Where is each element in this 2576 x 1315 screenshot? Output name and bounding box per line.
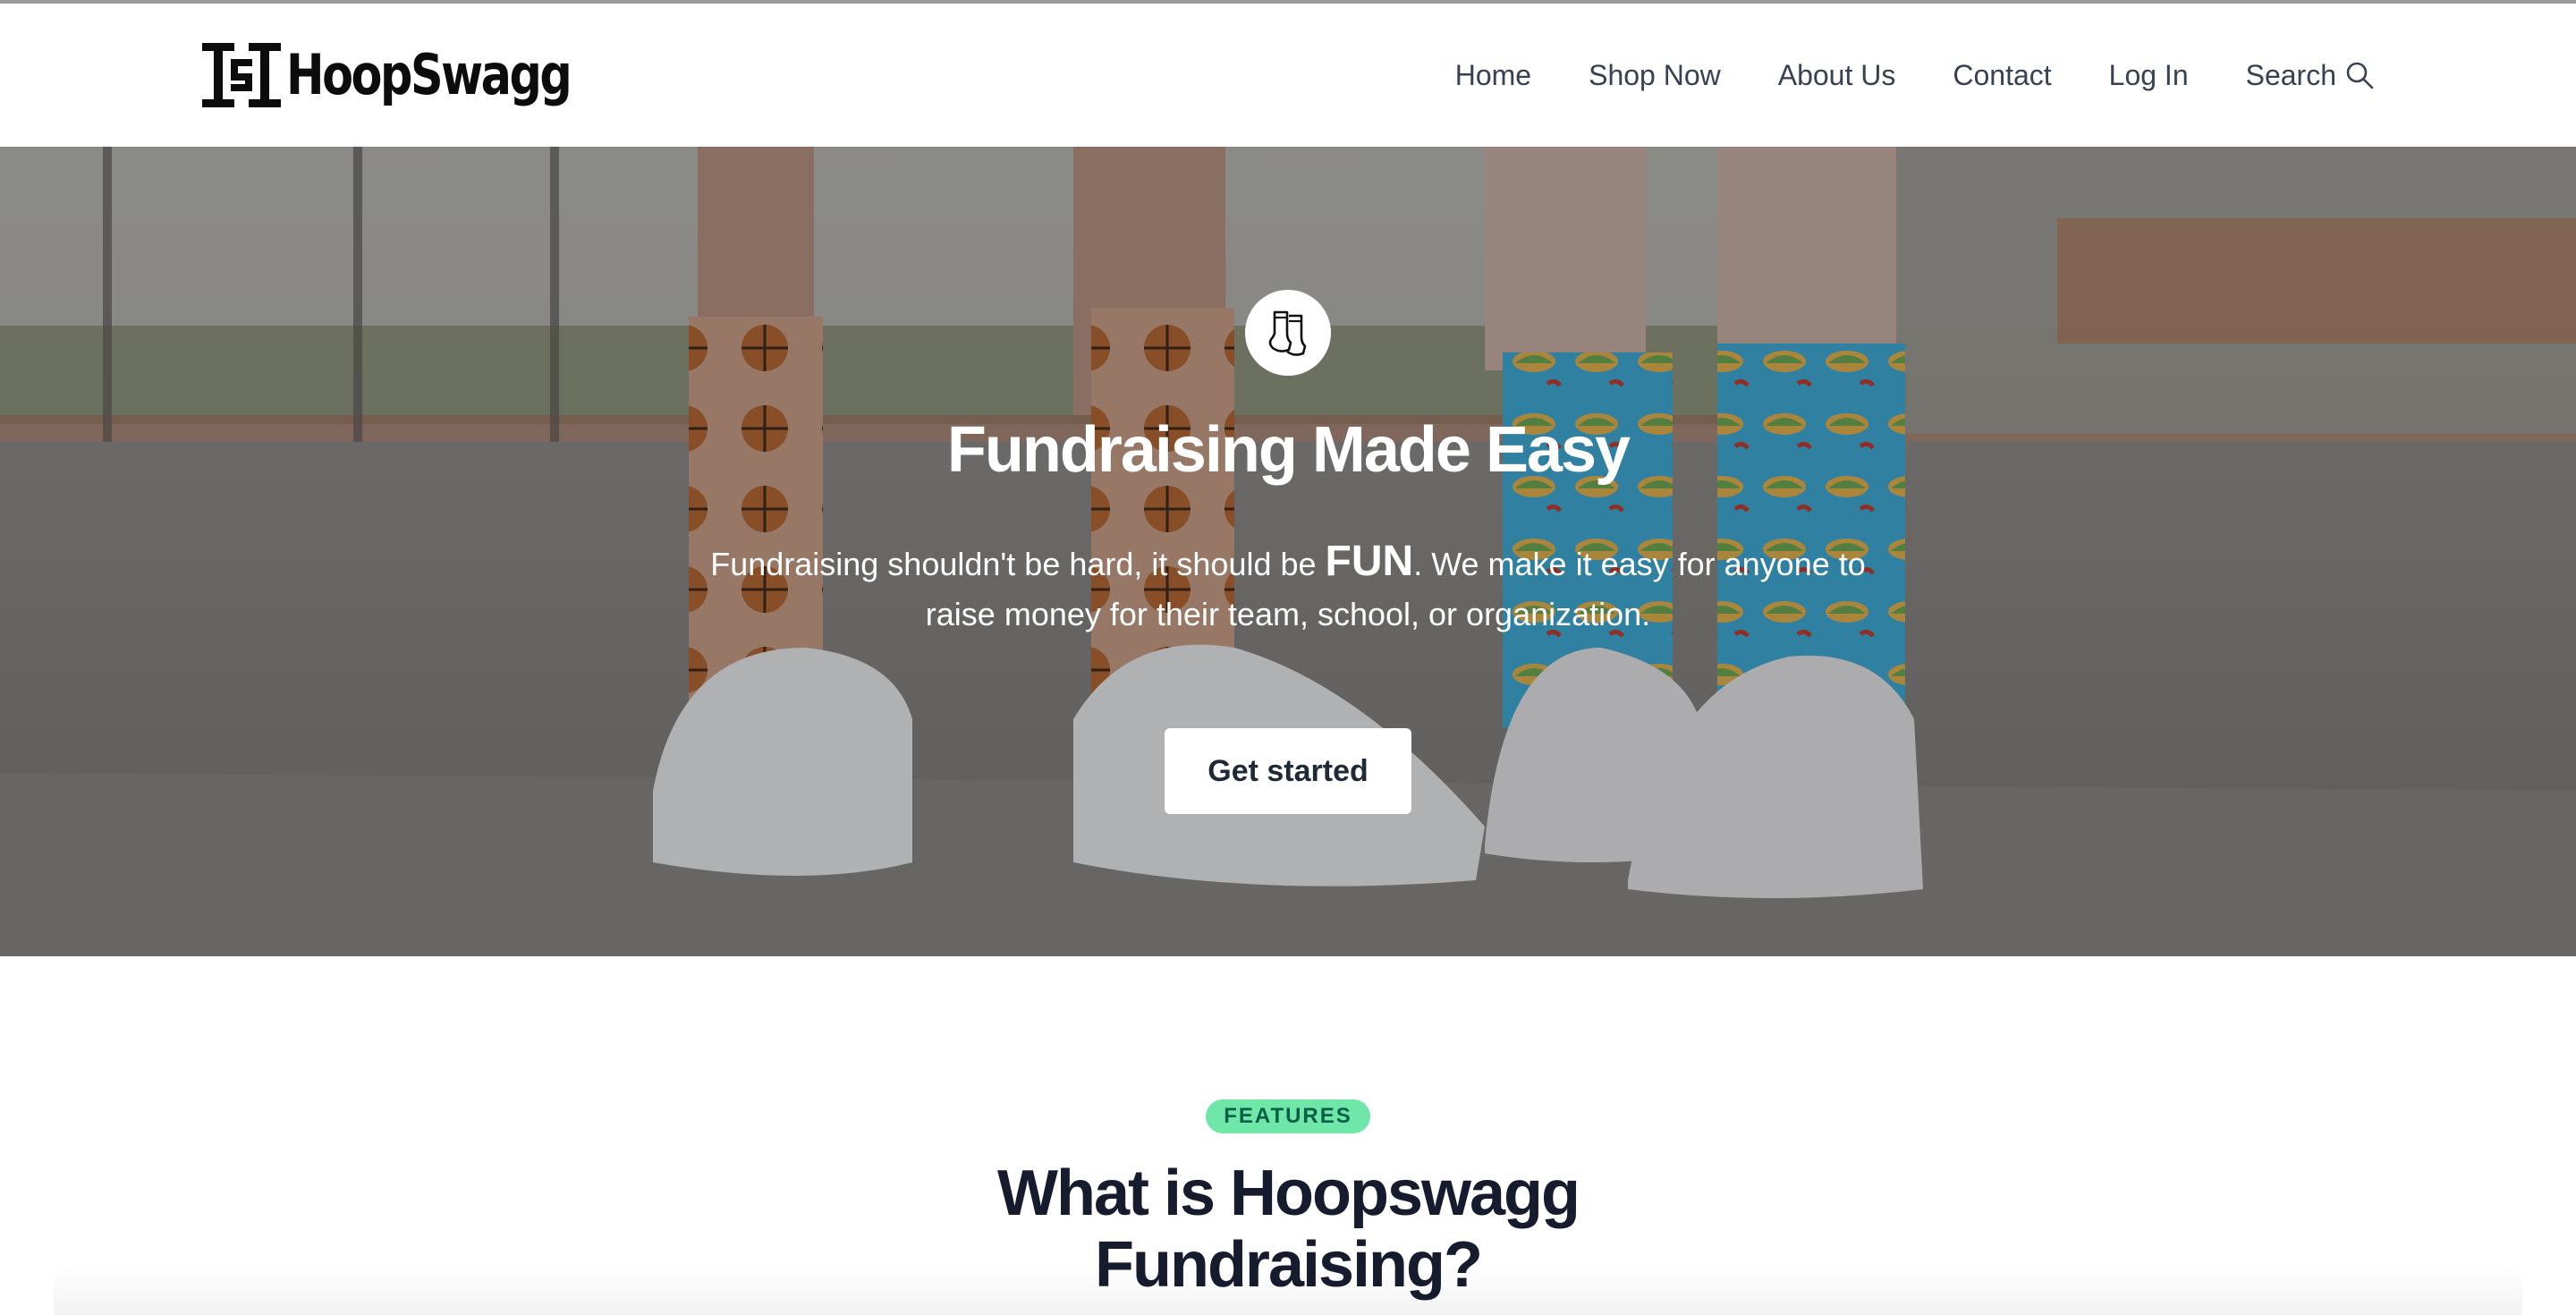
logo-wordmark: HoopSwagg	[286, 42, 572, 107]
features-title: What is Hoopswagg Fundraising?	[997, 1158, 1580, 1301]
hero-subtitle-emphasis: FUN	[1325, 538, 1414, 585]
hero-content: Fundraising Made Easy Fundraising should…	[0, 147, 2576, 956]
hero-section: Fundraising Made Easy Fundraising should…	[0, 147, 2576, 956]
nav-home[interactable]: Home	[1455, 59, 1531, 92]
search-icon	[2346, 62, 2374, 89]
site-header: HoopSwagg Home Shop Now About Us Contact…	[0, 4, 2576, 147]
hoopswagg-logo[interactable]: HoopSwagg	[200, 39, 632, 111]
nav-search-label: Search	[2245, 58, 2336, 91]
features-badge: FEATURES	[1206, 1099, 1370, 1133]
nav-about-us[interactable]: About Us	[1778, 59, 1896, 92]
main-nav: Home Shop Now About Us Contact Log In Se…	[1455, 54, 2376, 97]
hero-subtitle-start: Fundraising shouldn't be hard, it should…	[710, 546, 1326, 582]
hs-monogram-icon	[202, 43, 281, 107]
hero-subtitle: Fundraising shouldn't be hard, it should…	[680, 537, 1896, 640]
get-started-button[interactable]: Get started	[1165, 728, 1411, 814]
nav-contact[interactable]: Contact	[1953, 59, 2051, 92]
nav-log-in[interactable]: Log In	[2109, 59, 2189, 92]
socks-badge	[1245, 290, 1331, 376]
nav-search[interactable]: Search	[2246, 59, 2376, 92]
hero-title: Fundraising Made Easy	[946, 414, 1631, 486]
socks-icon	[1268, 310, 1307, 356]
nav-shop-now[interactable]: Shop Now	[1589, 59, 1721, 92]
